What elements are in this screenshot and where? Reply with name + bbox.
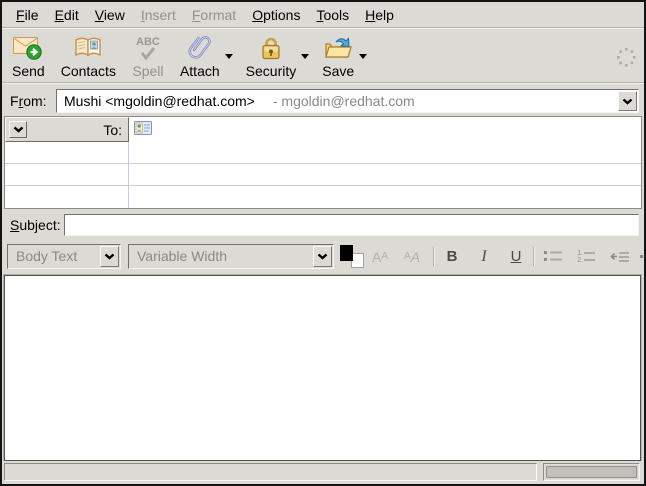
addressing-area: To: bbox=[4, 116, 642, 209]
italic-button[interactable]: I bbox=[470, 244, 498, 269]
separator bbox=[533, 247, 534, 266]
from-account-name: - mgoldin@redhat.com bbox=[273, 93, 415, 109]
security-menu-arrow-icon[interactable] bbox=[301, 54, 309, 59]
attach-label: Attach bbox=[180, 63, 220, 79]
menu-view[interactable]: View bbox=[87, 4, 133, 26]
outdent-button bbox=[606, 244, 634, 269]
empty-recipient-row[interactable] bbox=[5, 142, 641, 164]
font-face-arrow[interactable] bbox=[313, 246, 332, 267]
security-button[interactable]: Security bbox=[238, 31, 315, 81]
from-identity-value: Mushi <mgoldin@redhat.com> bbox=[64, 93, 255, 109]
paragraph-style-select[interactable]: Body Text bbox=[7, 244, 121, 269]
menu-insert: Insert bbox=[133, 4, 184, 26]
menu-format: Format bbox=[184, 4, 244, 26]
subject-input[interactable] bbox=[64, 214, 639, 236]
subject-row: Subject: bbox=[2, 209, 644, 240]
main-toolbar: Send Contacts ABC bbox=[2, 29, 644, 83]
clipped-indent-button bbox=[640, 255, 643, 258]
paperclip-icon bbox=[186, 34, 214, 62]
folder-save-icon bbox=[322, 34, 354, 62]
bullet-list-icon bbox=[543, 249, 563, 264]
save-label: Save bbox=[322, 63, 354, 79]
contacts-button[interactable]: Contacts bbox=[53, 31, 124, 81]
message-body-editor[interactable] bbox=[4, 275, 641, 461]
attach-menu-arrow-icon[interactable] bbox=[225, 54, 233, 59]
outdent-icon bbox=[610, 249, 630, 264]
padlock-icon bbox=[258, 34, 284, 62]
recipient-input-cell[interactable] bbox=[129, 117, 641, 142]
recipient-row: To: bbox=[5, 117, 641, 142]
security-label: Security bbox=[246, 63, 297, 79]
foreground-color-swatch[interactable] bbox=[340, 245, 353, 261]
numbered-list-button: 1. 2. bbox=[572, 244, 600, 269]
progress-track bbox=[546, 466, 637, 478]
attach-button[interactable]: Attach bbox=[172, 31, 238, 81]
paragraph-style-arrow[interactable] bbox=[100, 246, 119, 267]
spell-label: Spell bbox=[132, 63, 163, 79]
bold-button[interactable]: B bbox=[438, 244, 466, 269]
decrease-font-size-button: AA bbox=[366, 244, 394, 269]
contacts-label: Contacts bbox=[61, 63, 116, 79]
compose-window: File Edit View Insert Format Options Too… bbox=[0, 0, 646, 486]
menubar: File Edit View Insert Format Options Too… bbox=[2, 2, 644, 28]
recipient-address-input[interactable] bbox=[155, 119, 639, 140]
format-toolbar: Body Text Variable Width AA AA B I U bbox=[2, 240, 644, 274]
recipient-type-label: To: bbox=[103, 122, 122, 138]
paragraph-style-value: Body Text bbox=[16, 248, 77, 264]
address-card-icon bbox=[134, 121, 152, 138]
recipient-type-button[interactable]: To: bbox=[5, 117, 129, 142]
font-face-select[interactable]: Variable Width bbox=[128, 244, 334, 269]
progress-meter bbox=[543, 463, 640, 481]
empty-recipient-row[interactable] bbox=[5, 164, 641, 186]
menu-help[interactable]: Help bbox=[357, 4, 402, 26]
statusbar bbox=[2, 461, 644, 484]
from-row: From: Mushi <mgoldin@redhat.com> - mgoldi… bbox=[2, 86, 644, 116]
separator bbox=[433, 247, 434, 266]
send-envelope-icon bbox=[12, 34, 44, 62]
font-face-value: Variable Width bbox=[137, 248, 227, 264]
send-button[interactable]: Send bbox=[4, 31, 53, 81]
text-color-picker[interactable] bbox=[340, 245, 366, 269]
abc-check-icon: ABC bbox=[136, 34, 160, 62]
menu-file[interactable]: File bbox=[8, 4, 47, 26]
underline-button[interactable]: U bbox=[502, 244, 530, 269]
bullet-list-button bbox=[539, 244, 567, 269]
status-message bbox=[4, 463, 537, 481]
save-menu-arrow-icon[interactable] bbox=[359, 54, 367, 59]
from-dropdown-arrow[interactable] bbox=[618, 91, 637, 111]
from-label: From: bbox=[10, 93, 47, 109]
from-identity-select[interactable]: Mushi <mgoldin@redhat.com> - mgoldin@redh… bbox=[56, 89, 639, 113]
empty-recipient-row[interactable] bbox=[5, 186, 641, 208]
save-button[interactable]: Save bbox=[314, 31, 372, 81]
subject-label: Subject: bbox=[10, 217, 61, 233]
menu-tools[interactable]: Tools bbox=[308, 4, 357, 26]
menu-edit[interactable]: Edit bbox=[47, 4, 87, 26]
recipient-type-dropdown-icon[interactable] bbox=[9, 121, 27, 138]
menu-options[interactable]: Options bbox=[244, 4, 308, 26]
spell-button: ABC Spell bbox=[124, 31, 172, 81]
address-book-icon bbox=[73, 34, 103, 62]
throbber-icon bbox=[614, 45, 638, 72]
increase-font-size-button: AA bbox=[398, 244, 426, 269]
send-label: Send bbox=[12, 63, 45, 79]
